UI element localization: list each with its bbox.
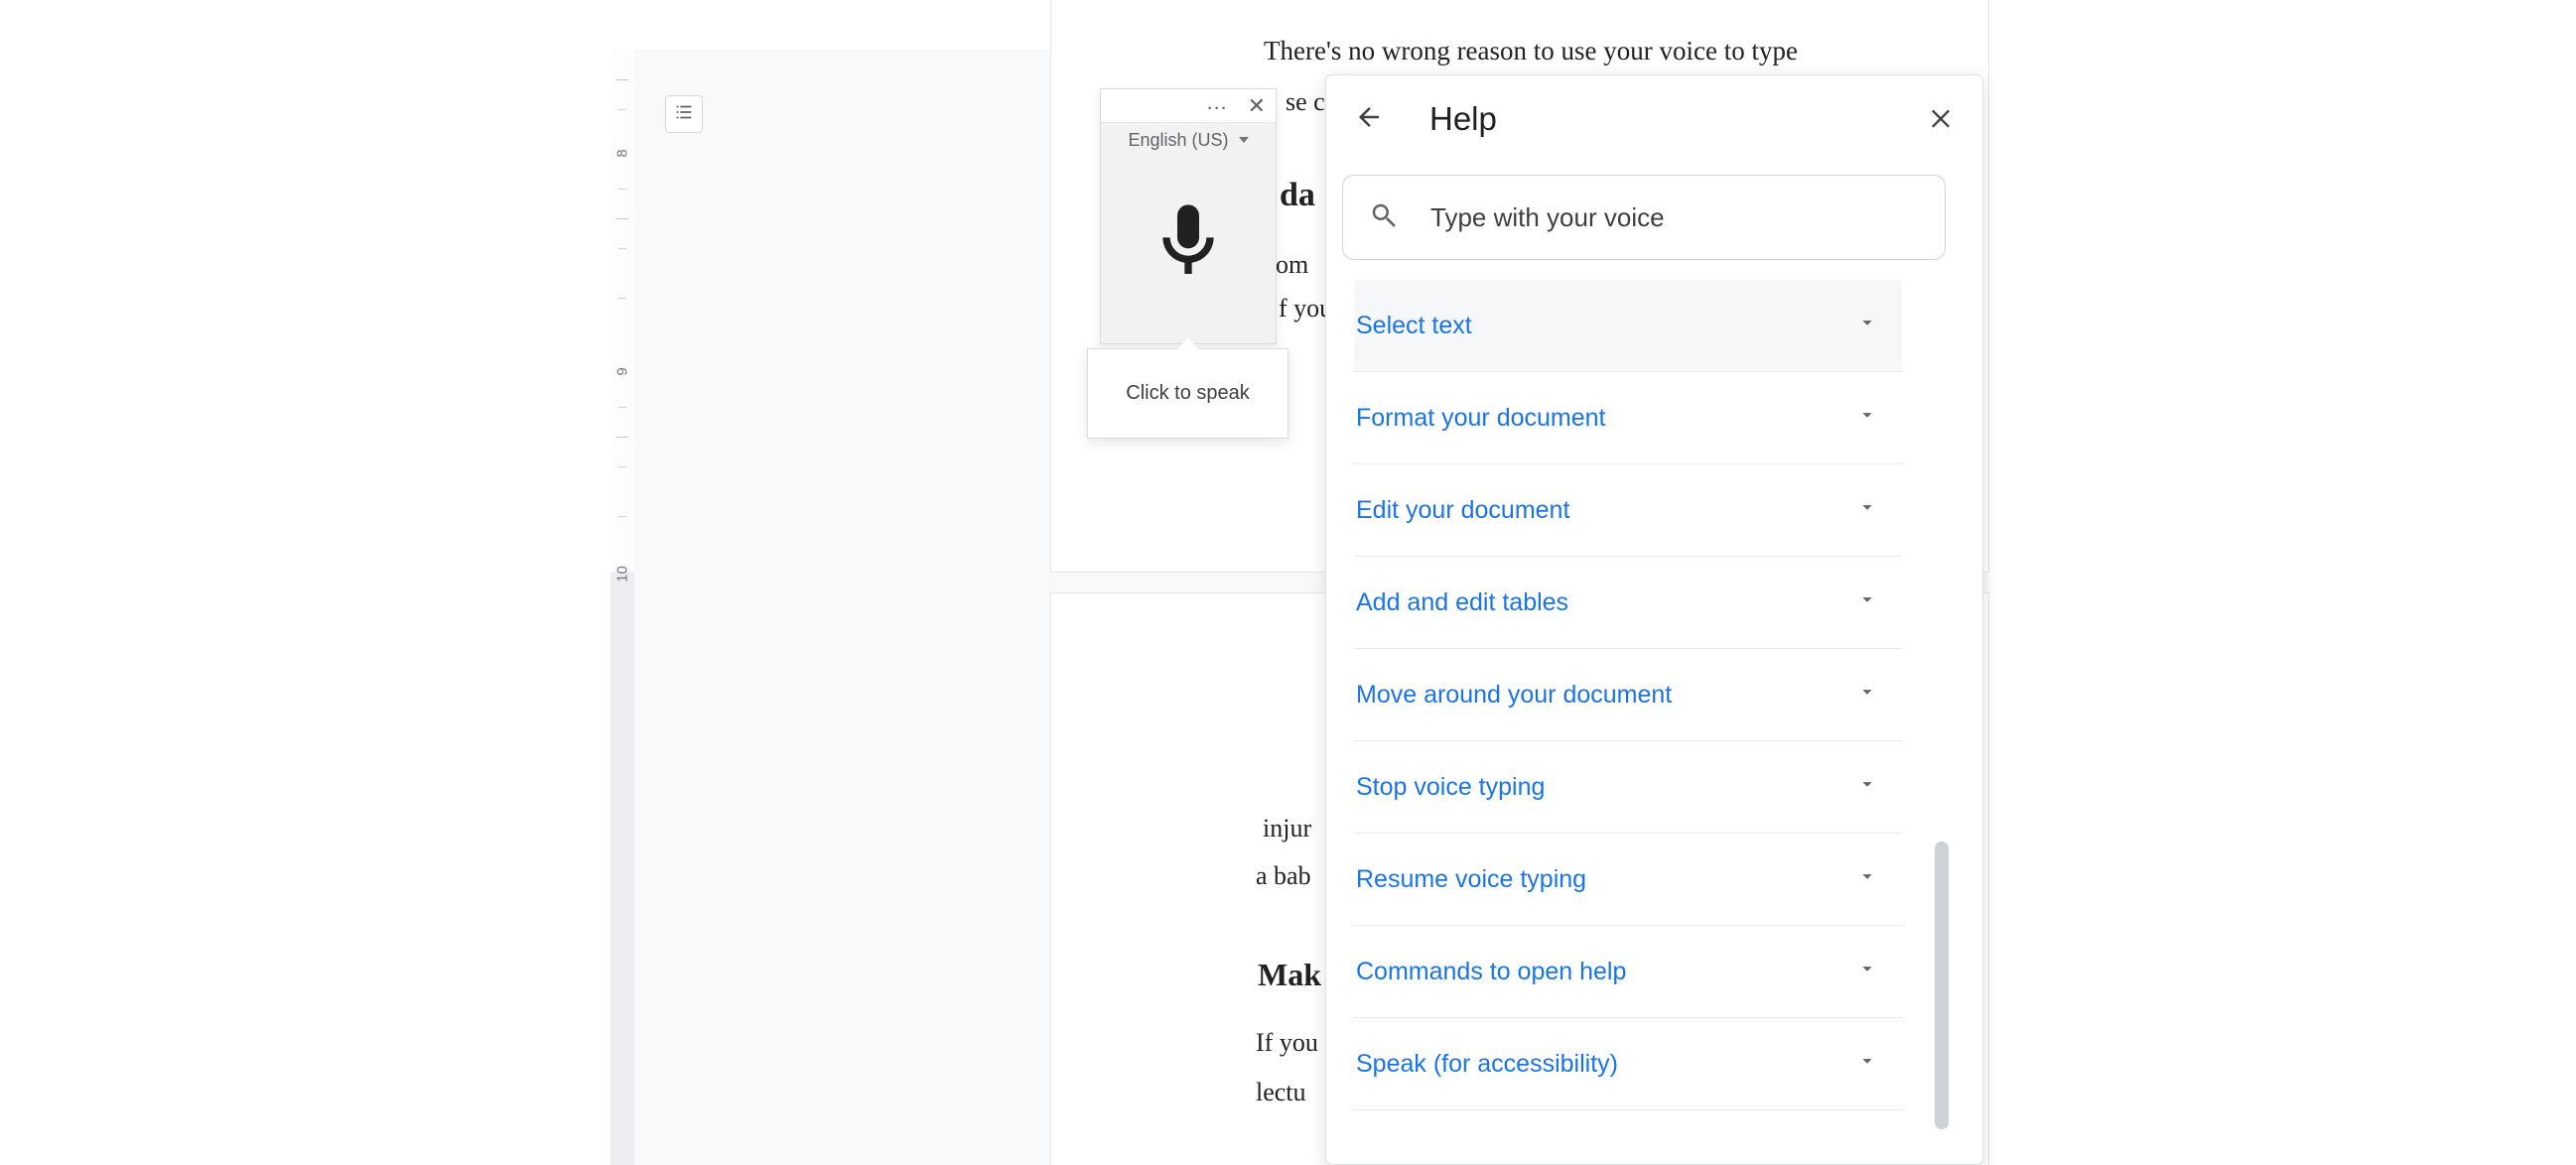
voice-widget-titlebar[interactable]: … ✕ — [1101, 89, 1276, 123]
ruler-mark: 9 — [614, 363, 631, 381]
doc-line: om — [1276, 250, 1308, 280]
doc-heading: da — [1280, 177, 1315, 214]
more-icon[interactable]: … — [1206, 91, 1230, 121]
ruler-tick — [618, 298, 626, 299]
ruler-mark: 10 — [614, 566, 631, 583]
help-close-button[interactable] — [1927, 103, 1955, 136]
ruler-tick — [616, 437, 628, 438]
chevron-down-icon — [1856, 312, 1878, 340]
chevron-down-icon — [1856, 865, 1878, 894]
help-item-label: Resume voice typing — [1356, 865, 1586, 894]
chevron-down-icon — [1856, 958, 1878, 986]
vertical-ruler[interactable]: 8 9 10 — [610, 50, 634, 1165]
help-item-label: Commands to open help — [1356, 958, 1626, 986]
chevron-down-icon — [1856, 588, 1878, 617]
chevron-down-icon — [1856, 404, 1878, 433]
chevron-down-icon — [1856, 681, 1878, 710]
help-item-select-text[interactable]: Select text — [1354, 280, 1902, 372]
voice-language-selector[interactable]: English (US) — [1107, 125, 1270, 155]
doc-line: If you — [1256, 1028, 1318, 1058]
chevron-down-icon — [1239, 137, 1249, 143]
microphone-icon — [1145, 188, 1232, 300]
ruler-tick — [618, 466, 626, 467]
ruler-tick — [618, 189, 626, 190]
arrow-left-icon — [1354, 119, 1384, 136]
close-icon[interactable]: ✕ — [1248, 93, 1266, 119]
help-item-format-document[interactable]: Format your document — [1354, 372, 1902, 464]
document-outline-button[interactable] — [665, 95, 703, 133]
ruler-tick — [616, 218, 628, 219]
help-header: Help — [1326, 75, 1982, 163]
doc-heading: Mak — [1258, 957, 1321, 993]
help-item-move-around-document[interactable]: Move around your document — [1354, 649, 1902, 741]
help-title: Help — [1429, 100, 1927, 138]
doc-line: lectu — [1256, 1078, 1306, 1107]
doc-line: a bab — [1256, 861, 1311, 891]
doc-line: There's no wrong reason to use your voic… — [1264, 36, 1798, 66]
help-results-list: Select text Format your document Edit yo… — [1354, 280, 1902, 1110]
ruler-tick — [618, 248, 626, 249]
help-panel: Help Type with your voice Select text Fo… — [1325, 74, 1983, 1165]
ruler-tick — [616, 79, 628, 80]
ruler-mark: 8 — [614, 145, 631, 163]
doc-line: injur — [1263, 814, 1311, 843]
help-item-label: Speak (for accessibility) — [1356, 1050, 1618, 1079]
help-item-label: Add and edit tables — [1356, 588, 1568, 617]
help-item-edit-document[interactable]: Edit your document — [1354, 464, 1902, 557]
voice-mic-button[interactable] — [1129, 179, 1248, 308]
help-search-text: Type with your voice — [1430, 202, 1665, 233]
help-item-stop-voice-typing[interactable]: Stop voice typing — [1354, 741, 1902, 834]
ruler-tick — [618, 516, 626, 517]
chevron-down-icon — [1856, 1050, 1878, 1079]
doc-line: se c — [1286, 87, 1325, 117]
help-item-resume-voice-typing[interactable]: Resume voice typing — [1354, 834, 1902, 926]
voice-typing-widget[interactable]: … ✕ English (US) — [1100, 88, 1277, 344]
help-item-label: Stop voice typing — [1356, 773, 1545, 802]
ruler-tick — [618, 109, 626, 110]
voice-language-label: English (US) — [1128, 130, 1228, 151]
outline-icon — [673, 101, 695, 128]
voice-tooltip: Click to speak — [1087, 348, 1288, 439]
help-item-label: Format your document — [1356, 404, 1606, 433]
back-button[interactable] — [1354, 102, 1384, 137]
chevron-down-icon — [1856, 773, 1878, 802]
help-search-box[interactable]: Type with your voice — [1342, 175, 1946, 260]
help-item-commands-open-help[interactable]: Commands to open help — [1354, 926, 1902, 1018]
ruler-tick — [618, 407, 626, 408]
help-item-add-edit-tables[interactable]: Add and edit tables — [1354, 557, 1902, 649]
close-icon — [1927, 118, 1955, 135]
help-scrollbar-thumb[interactable] — [1935, 841, 1949, 1129]
search-icon — [1369, 200, 1399, 235]
help-item-speak-accessibility[interactable]: Speak (for accessibility) — [1354, 1018, 1902, 1110]
voice-tooltip-text: Click to speak — [1126, 382, 1250, 405]
help-item-label: Move around your document — [1356, 681, 1672, 710]
chevron-down-icon — [1856, 496, 1878, 525]
ruler-page-extent — [610, 50, 634, 572]
help-item-label: Edit your document — [1356, 496, 1569, 525]
help-item-label: Select text — [1356, 312, 1472, 340]
